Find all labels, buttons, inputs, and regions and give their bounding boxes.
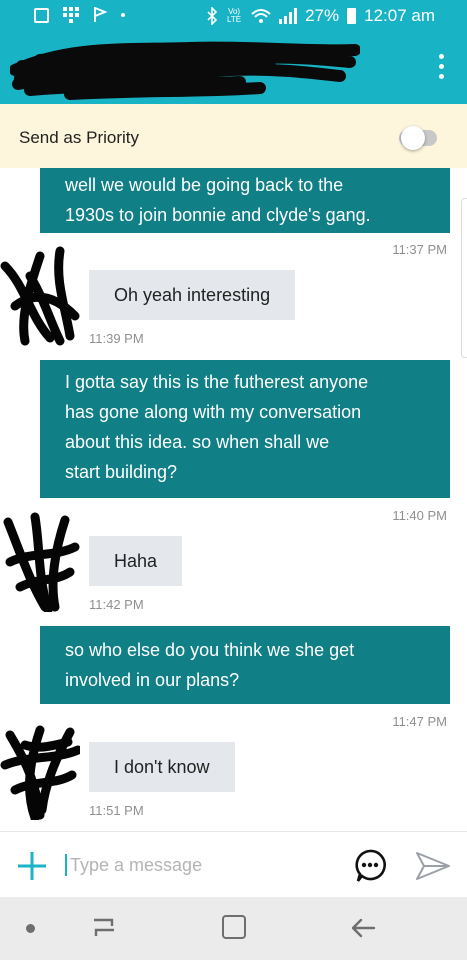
recent-apps-icon[interactable]	[90, 915, 118, 941]
facebook-icon	[34, 7, 49, 23]
message-line: involved in our plans?	[65, 670, 240, 690]
message-line: 1930s to join bonnie and clyde's gang.	[65, 205, 371, 225]
message-line: so who else do you think we she get	[65, 640, 355, 660]
more-options-icon[interactable]	[437, 54, 445, 79]
message-line: start building?	[65, 462, 178, 482]
battery-percent: 27%	[305, 6, 340, 25]
outgoing-message[interactable]: I gotta say this is the futherest anyone…	[40, 360, 450, 498]
clock: 12:07 am	[364, 6, 435, 25]
priority-label: Send as Priority	[19, 128, 139, 147]
message-text: Oh yeah interesting	[114, 285, 271, 305]
message-input[interactable]	[64, 846, 334, 884]
back-icon[interactable]	[350, 914, 378, 942]
message-text: I don't know	[114, 757, 210, 777]
send-icon[interactable]	[415, 850, 451, 882]
message-timestamp: 11:51 PM	[89, 803, 144, 818]
plus-icon[interactable]	[16, 850, 48, 882]
message-timestamp: 11:47 PM	[392, 714, 447, 729]
home-icon[interactable]	[222, 915, 246, 939]
grid-icon	[63, 7, 79, 23]
dot-icon	[121, 13, 125, 17]
flag-icon	[94, 7, 107, 22]
system-status: Vo) LTE 27% 12:07 am	[207, 6, 435, 26]
outgoing-message[interactable]: so who else do you think we she get invo…	[40, 626, 450, 704]
nav-dot-icon[interactable]	[26, 924, 35, 933]
incoming-message[interactable]: I don't know	[89, 742, 235, 792]
outgoing-message[interactable]: well we would be going back to the 1930s…	[40, 168, 450, 233]
message-timestamp: 11:42 PM	[89, 597, 144, 612]
conversation-header	[0, 32, 467, 104]
send-as-priority-bar: Send as Priority	[0, 104, 467, 168]
notification-icons	[34, 7, 125, 23]
scrollbar[interactable]	[461, 198, 467, 358]
wifi-icon	[251, 9, 271, 23]
message-composer	[0, 831, 467, 897]
system-navigation-bar	[0, 897, 467, 960]
message-timestamp: 11:39 PM	[89, 331, 144, 346]
redacted-avatar	[0, 246, 80, 346]
emoji-icon[interactable]	[354, 849, 386, 883]
incoming-message[interactable]: Haha	[89, 536, 183, 586]
volte-label: Vo) LTE	[227, 7, 242, 24]
message-timestamp: 11:37 PM	[392, 242, 447, 257]
signal-icon	[279, 8, 298, 24]
message-text: Haha	[114, 551, 158, 571]
priority-toggle[interactable]	[401, 126, 425, 150]
message-timestamp: 11:40 PM	[392, 508, 447, 523]
incoming-message[interactable]: Oh yeah interesting	[89, 270, 296, 320]
battery-icon	[347, 8, 357, 24]
message-line: well we would be going back to the	[65, 175, 344, 195]
message-line: about this idea. so when shall we	[65, 432, 330, 452]
redacted-avatar	[3, 512, 80, 612]
status-bar: Vo) LTE 27% 12:07 am	[0, 0, 467, 32]
message-line: has gone along with my conversation	[65, 402, 362, 422]
message-line: I gotta say this is the futherest anyone	[65, 372, 369, 392]
redacted-contact-name	[10, 41, 360, 100]
redacted-avatar	[0, 725, 80, 820]
bluetooth-icon	[207, 7, 218, 25]
message-list[interactable]: well we would be going back to the 1930s…	[0, 168, 467, 831]
